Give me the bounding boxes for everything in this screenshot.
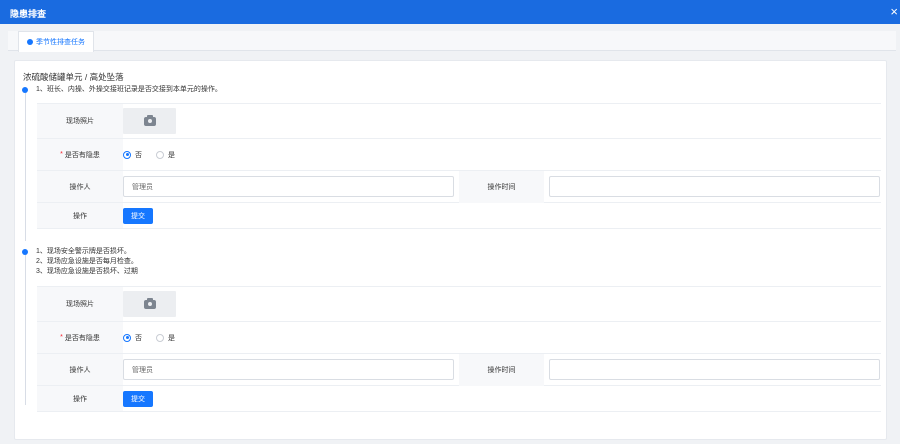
time-label: 操作时间 bbox=[459, 170, 544, 203]
window-title: 隐患排查 bbox=[10, 9, 47, 19]
tab-seasonal-inspection[interactable]: 季节性排查任务 bbox=[18, 31, 94, 52]
radio-circle bbox=[156, 150, 164, 159]
tab-bar: 季节性排查任务 bbox=[8, 31, 896, 52]
time-label: 操作时间 bbox=[459, 353, 544, 386]
operator-input[interactable] bbox=[123, 176, 454, 197]
photo-upload[interactable] bbox=[123, 291, 176, 317]
hazard-row: * 是否有隐患 否 是 bbox=[37, 322, 881, 354]
operator-label: 操作人 bbox=[37, 354, 123, 385]
operator-row: 操作人 操作时间 bbox=[37, 353, 881, 386]
time-input[interactable] bbox=[549, 176, 880, 197]
description-line: 3、现场应急设施是否损坏、过期 bbox=[36, 268, 138, 275]
radio-yes-label: 是 bbox=[168, 151, 175, 159]
operator-cell: 操作时间 bbox=[123, 353, 881, 386]
hazard-row: * 是否有隐患 否 是 bbox=[37, 139, 881, 171]
time-input[interactable] bbox=[549, 359, 880, 380]
required-mark: * bbox=[60, 334, 63, 341]
submit-button[interactable]: 提交 bbox=[123, 390, 153, 407]
window-titlebar: 隐患排查 × bbox=[0, 0, 900, 24]
photo-cell bbox=[123, 287, 881, 321]
hazard-radio-group: 否 是 bbox=[123, 333, 189, 343]
item-form: 现场照片 * 是否有隐患 否 是 操作人 管理员 操作时间 操作 提交 bbox=[37, 103, 881, 229]
camera-icon bbox=[143, 297, 156, 309]
operator-label: 操作人 bbox=[37, 171, 123, 202]
section-title: 浓硫酸储罐单元 / 高处坠落 bbox=[23, 72, 124, 82]
action-cell: 提交 bbox=[123, 386, 881, 411]
operator-row: 操作人 操作时间 bbox=[37, 170, 881, 203]
radio-no-label: 否 bbox=[135, 151, 142, 159]
radio-yes[interactable]: 是 bbox=[156, 333, 175, 343]
photo-row: 现场照片 bbox=[37, 286, 881, 322]
hazard-cell: 否 是 bbox=[123, 139, 881, 170]
hazard-label-text: 是否有隐患 bbox=[64, 334, 100, 342]
close-icon[interactable]: × bbox=[890, 5, 898, 18]
radio-no[interactable]: 否 bbox=[123, 150, 142, 160]
description-line: 1、班长、内操、外操交接班记录是否交接到本单元的操作。 bbox=[36, 86, 222, 93]
operator-input[interactable] bbox=[123, 359, 454, 380]
timeline-dot bbox=[22, 87, 28, 93]
operator-cell: 操作时间 bbox=[123, 170, 881, 203]
hazard-label: * 是否有隐患 bbox=[37, 139, 123, 170]
radio-no-label: 否 bbox=[135, 334, 142, 342]
circle-dot-icon bbox=[27, 39, 33, 45]
action-label: 操作 bbox=[37, 203, 123, 228]
action-cell: 提交 bbox=[123, 203, 881, 228]
radio-circle bbox=[123, 150, 131, 159]
inspection-panel: 浓硫酸储罐单元 / 高处坠落 1、班长、内操、外操交接班记录是否交接到本单元的操… bbox=[14, 60, 887, 440]
radio-yes-label: 是 bbox=[168, 334, 175, 342]
radio-circle bbox=[156, 333, 164, 342]
photo-row: 现场照片 bbox=[37, 103, 881, 139]
radio-circle bbox=[123, 333, 131, 342]
description-line: 2、现场应急设施是否每月检查。 bbox=[36, 258, 138, 265]
description-line: 1、现场安全警示牌是否损坏。 bbox=[36, 248, 131, 255]
radio-yes[interactable]: 是 bbox=[156, 150, 175, 160]
hazard-radio-group: 否 是 bbox=[123, 150, 189, 160]
tab-label: 季节性排查任务 bbox=[36, 39, 85, 46]
item-description: 1、现场安全警示牌是否损坏。 2、现场应急设施是否每月检查。 3、现场应急设施是… bbox=[36, 247, 138, 277]
item-form: 现场照片 * 是否有隐患 否 是 操作人 管理员 操作时间 操作 提交 bbox=[37, 286, 881, 412]
timeline-line bbox=[25, 93, 26, 241]
photo-label: 现场照片 bbox=[37, 104, 123, 138]
item-description: 1、班长、内操、外操交接班记录是否交接到本单元的操作。 bbox=[36, 85, 222, 95]
hazard-label: * 是否有隐患 bbox=[37, 322, 123, 353]
camera-icon bbox=[143, 114, 156, 126]
submit-button[interactable]: 提交 bbox=[123, 207, 153, 224]
required-mark: * bbox=[60, 151, 63, 158]
hazard-label-text: 是否有隐患 bbox=[64, 151, 100, 159]
action-row: 操作 提交 bbox=[37, 203, 881, 229]
timeline-line bbox=[25, 255, 26, 405]
photo-cell bbox=[123, 104, 881, 138]
photo-upload[interactable] bbox=[123, 108, 176, 134]
hazard-cell: 否 是 bbox=[123, 322, 881, 353]
photo-label: 现场照片 bbox=[37, 287, 123, 321]
radio-no[interactable]: 否 bbox=[123, 333, 142, 343]
action-row: 操作 提交 bbox=[37, 386, 881, 412]
action-label: 操作 bbox=[37, 386, 123, 411]
